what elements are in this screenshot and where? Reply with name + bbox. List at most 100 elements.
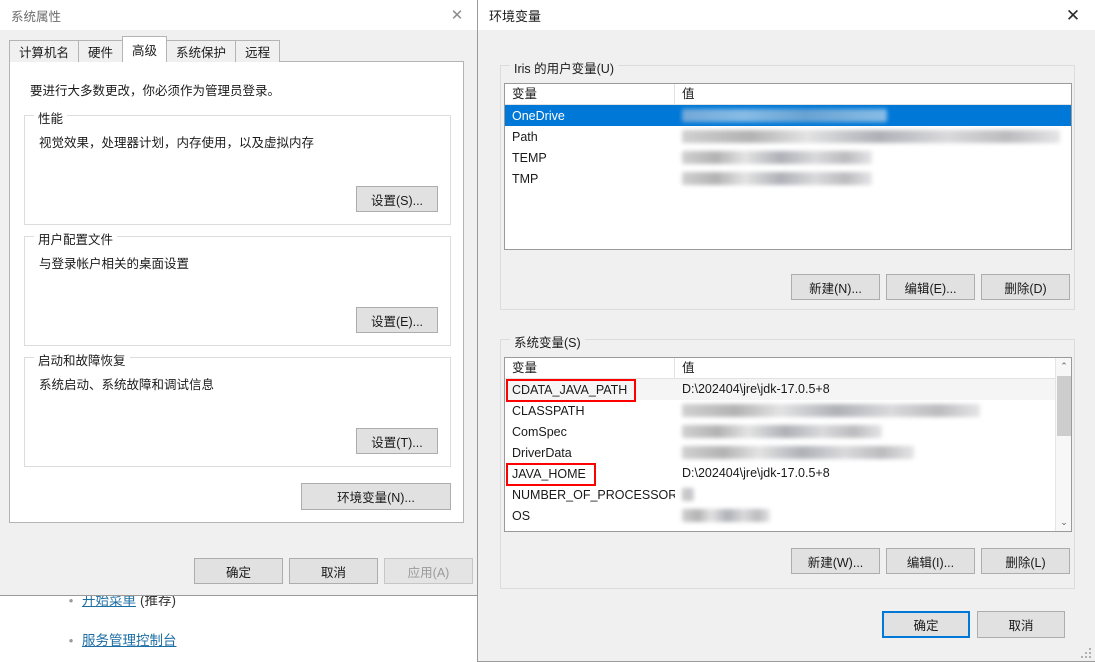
column-header-value[interactable]: 值 (675, 358, 1071, 379)
system-properties-cancel-button[interactable]: 取消 (289, 558, 378, 584)
startup-recovery-group: 启动和故障恢复 系统启动、系统故障和调试信息 设置(T)... (24, 350, 451, 467)
variable-value (675, 442, 1071, 463)
startup-recovery-description: 系统启动、系统故障和调试信息 (39, 378, 215, 392)
environment-variables-cancel-button[interactable]: 取消 (977, 611, 1065, 638)
redacted-value (682, 151, 872, 164)
user-variable-edit-button[interactable]: 编辑(E)... (886, 274, 975, 300)
redacted-value (682, 172, 872, 185)
tab-remote[interactable]: 远程 (235, 40, 281, 62)
redacted-value (682, 488, 694, 501)
variable-name: OneDrive (512, 108, 565, 123)
performance-group: 性能 视觉效果，处理器计划，内存使用，以及虚拟内存 设置(S)... (24, 108, 451, 225)
environment-variables-ok-button[interactable]: 确定 (882, 611, 970, 638)
column-header-variable[interactable]: 变量 (505, 358, 675, 379)
system-variable-delete-button[interactable]: 删除(L) (981, 548, 1070, 574)
user-variables-header: 变量 值 (505, 84, 1071, 105)
table-row[interactable]: TEMP (505, 147, 1071, 168)
user-variables-listview[interactable]: 变量 值 OneDrive Path TEMP TMP (504, 83, 1072, 250)
scroll-down-icon[interactable]: ⌄ (1056, 514, 1071, 531)
variable-name: ComSpec (512, 424, 567, 439)
startup-recovery-group-label: 启动和故障恢复 (34, 350, 130, 369)
user-profiles-group-label: 用户配置文件 (34, 229, 118, 248)
system-properties-ok-button[interactable]: 确定 (194, 558, 283, 584)
variable-name: TEMP (512, 150, 547, 165)
variable-value (675, 484, 1071, 505)
redacted-value (682, 130, 1060, 143)
redacted-value (682, 404, 980, 417)
user-variables-group-label: Iris 的用户变量(U) (510, 58, 618, 77)
variable-value (675, 168, 1071, 189)
tab-hardware[interactable]: 硬件 (78, 40, 124, 62)
performance-group-label: 性能 (34, 108, 68, 127)
startup-recovery-settings-button[interactable]: 设置(T)... (356, 428, 438, 454)
variable-value (675, 400, 1071, 421)
user-variable-new-button[interactable]: 新建(N)... (791, 274, 880, 300)
variable-value (675, 505, 1071, 526)
background-link-list: • 开始菜单 (推荐) • 服务管理控制台 (60, 592, 440, 662)
system-variables-header: 变量 值 (505, 358, 1071, 379)
column-header-value[interactable]: 值 (675, 84, 1071, 105)
system-variables-group-label: 系统变量(S) (510, 332, 585, 351)
user-profiles-description: 与登录帐户相关的桌面设置 (39, 257, 190, 271)
variable-value (675, 105, 1071, 126)
variable-name: CLASSPATH (512, 403, 585, 418)
variable-value (675, 126, 1071, 147)
resize-grip-icon[interactable] (1079, 646, 1091, 658)
background-link-services-console[interactable]: 服务管理控制台 (82, 632, 177, 650)
table-row[interactable]: ComSpec (505, 421, 1071, 442)
variable-value: D:\202404\jre\jdk-17.0.5+8 (682, 382, 830, 396)
redacted-value (682, 509, 770, 522)
table-row[interactable]: JAVA_HOME D:\202404\jre\jdk-17.0.5+8 (505, 463, 1071, 484)
table-row[interactable]: CDATA_JAVA_PATH D:\202404\jre\jdk-17.0.5… (505, 379, 1071, 400)
environment-variables-titlebar: 环境变量 (478, 0, 1095, 30)
table-row[interactable]: NUMBER_OF_PROCESSORS (505, 484, 1071, 505)
scrollbar-thumb[interactable] (1057, 376, 1071, 436)
system-variable-edit-button[interactable]: 编辑(I)... (886, 548, 975, 574)
variable-value: D:\202404\jre\jdk-17.0.5+8 (682, 466, 830, 480)
system-properties-titlebar: 系统属性 (0, 0, 479, 30)
system-properties-title: 系统属性 (11, 9, 62, 24)
table-row[interactable]: TMP (505, 168, 1071, 189)
environment-variables-button[interactable]: 环境变量(N)... (301, 483, 451, 510)
system-properties-apply-button: 应用(A) (384, 558, 473, 584)
user-profiles-group: 用户配置文件 与登录帐户相关的桌面设置 设置(E)... (24, 229, 451, 346)
variable-name: DriverData (512, 445, 572, 460)
table-row[interactable]: DriverData (505, 442, 1071, 463)
bullet-icon: • (68, 633, 74, 648)
tab-advanced[interactable]: 高级 (122, 36, 168, 62)
table-row[interactable]: OS (505, 505, 1071, 526)
variable-value (675, 147, 1071, 168)
variable-name: Path (512, 129, 538, 144)
variable-name: TMP (512, 171, 539, 186)
table-row[interactable]: CLASSPATH (505, 400, 1071, 421)
admin-notice-text: 要进行大多数更改，你必须作为管理员登录。 (30, 84, 281, 98)
variable-name: CDATA_JAVA_PATH (512, 382, 628, 397)
user-profiles-settings-button[interactable]: 设置(E)... (356, 307, 438, 333)
user-variable-delete-button[interactable]: 删除(D) (981, 274, 1070, 300)
advanced-tab-panel: 要进行大多数更改，你必须作为管理员登录。 性能 视觉效果，处理器计划，内存使用，… (9, 61, 464, 523)
environment-variables-dialog: 环境变量 ✕ Iris 的用户变量(U) 变量 值 OneDrive Path … (477, 0, 1095, 662)
environment-variables-title: 环境变量 (489, 8, 542, 24)
table-row[interactable]: OneDrive (505, 105, 1071, 126)
list-item: • 服务管理控制台 (60, 632, 440, 650)
redacted-value (682, 109, 887, 122)
variable-name: OS (512, 508, 531, 523)
close-icon[interactable]: ✕ (435, 0, 479, 30)
tab-computer-name[interactable]: 计算机名 (9, 40, 80, 62)
performance-settings-button[interactable]: 设置(S)... (356, 186, 438, 212)
system-properties-tabs: 计算机名 硬件 高级 系统保护 远程 (9, 36, 281, 62)
close-icon[interactable]: ✕ (1051, 0, 1095, 30)
system-variables-scrollbar[interactable]: ⌃ ⌄ (1055, 358, 1071, 531)
redacted-value (682, 425, 882, 438)
variable-name: JAVA_HOME (512, 466, 586, 481)
performance-description: 视觉效果，处理器计划，内存使用，以及虚拟内存 (39, 136, 315, 150)
variable-value (675, 421, 1071, 442)
table-row[interactable]: Path (505, 126, 1071, 147)
system-variable-new-button[interactable]: 新建(W)... (791, 548, 880, 574)
system-properties-dialog: 系统属性 ✕ 计算机名 硬件 高级 系统保护 远程 要进行大多数更改，你必须作为… (0, 0, 480, 596)
tab-system-protection[interactable]: 系统保护 (166, 40, 237, 62)
redacted-value (682, 446, 914, 459)
system-variables-listview[interactable]: 变量 值 CDATA_JAVA_PATH D:\202404\jre\jdk-1… (504, 357, 1072, 532)
scroll-up-icon[interactable]: ⌃ (1056, 358, 1071, 375)
column-header-variable[interactable]: 变量 (505, 84, 675, 105)
